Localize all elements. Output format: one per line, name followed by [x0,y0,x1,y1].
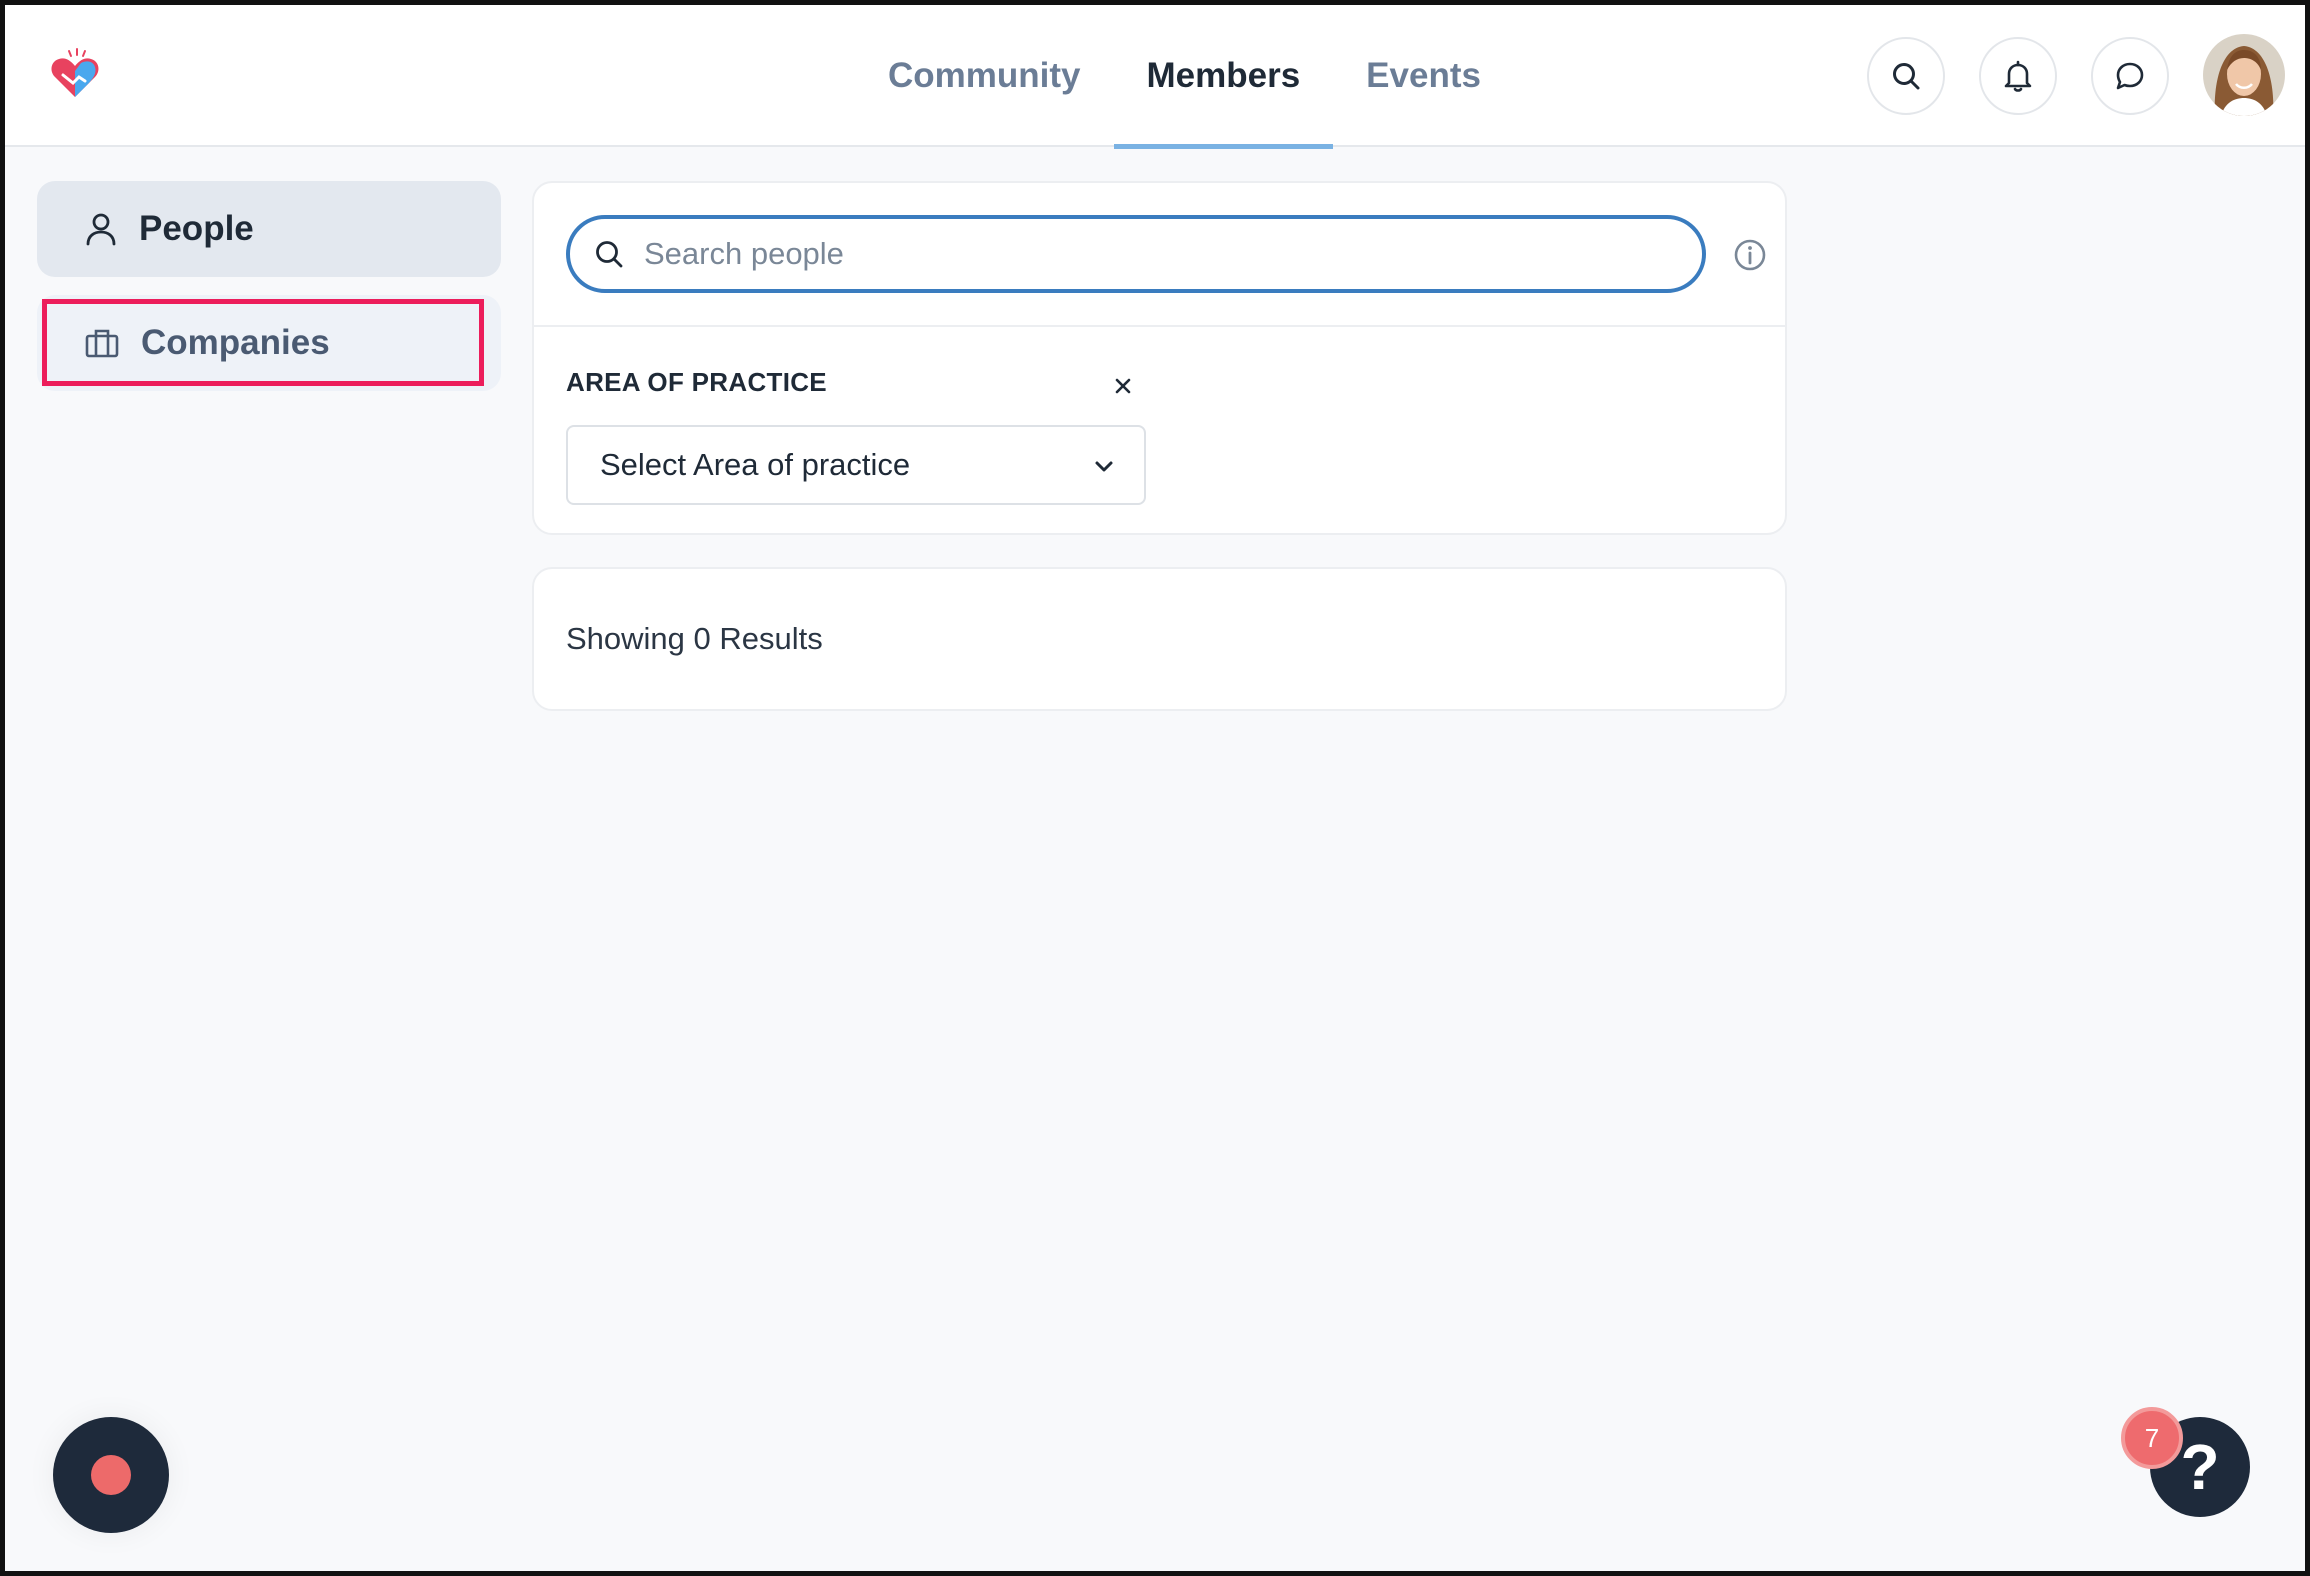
tab-community[interactable]: Community [855,5,1114,147]
results-count: Showing 0 Results [566,621,823,656]
area-of-practice-select[interactable]: Select Area of practice [566,425,1146,505]
search-field[interactable] [566,215,1706,293]
results-panel: Showing 0 Results [532,567,1787,711]
filter-panel: AREA OF PRACTICE Select Area of practice [532,181,1787,535]
bell-icon [2004,60,2032,92]
record-dot-icon [91,1455,131,1495]
user-avatar[interactable] [2203,34,2285,116]
question-mark-icon: ? [2180,1431,2220,1503]
help-notification-badge: 7 [2121,1407,2183,1469]
sidebar-item-companies[interactable]: Companies [37,295,501,391]
tab-events[interactable]: Events [1333,5,1514,147]
top-navbar: Community Members Events [5,5,2305,149]
chevron-down-icon [1095,461,1113,472]
search-button[interactable] [1867,37,1945,115]
briefcase-icon [85,329,119,358]
record-button[interactable] [53,1417,169,1533]
search-icon [1893,63,1920,90]
app-frame: Community Members Events People Companie… [0,0,2310,1576]
info-icon[interactable] [1732,237,1768,273]
sidebar-item-people[interactable]: People [37,181,501,277]
main-nav: Community Members Events [855,5,1514,149]
sidebar-item-label: People [139,209,254,248]
handshake-heart-logo-icon[interactable] [47,47,103,103]
tab-members[interactable]: Members [1113,5,1334,149]
divider [534,325,1785,327]
select-value: Select Area of practice [600,447,911,482]
messages-button[interactable] [2091,37,2169,115]
search-input[interactable] [644,236,1644,272]
notifications-button[interactable] [1979,37,2057,115]
filter-label: AREA OF PRACTICE [566,367,827,397]
person-icon [86,213,116,246]
sidebar-item-label: Companies [141,323,330,362]
search-icon [596,241,623,268]
chat-icon [2116,62,2144,90]
close-icon[interactable] [1108,371,1138,401]
